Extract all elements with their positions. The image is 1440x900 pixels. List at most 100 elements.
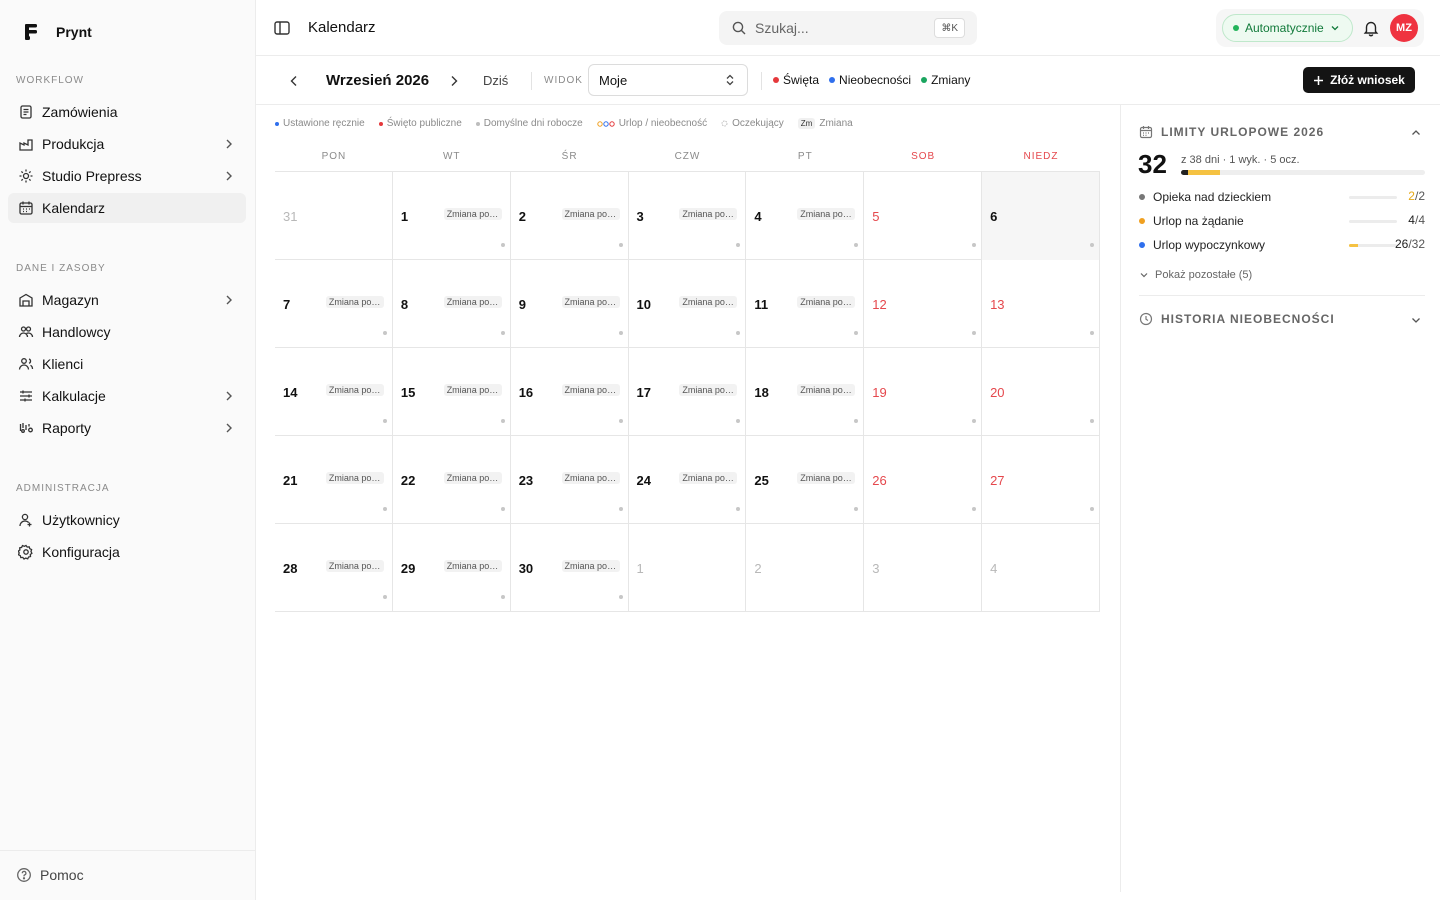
calendar-day-cell[interactable]: 18 Zmiana por... — [746, 348, 865, 436]
public-holiday-dot — [378, 121, 383, 126]
calendar-day-cell[interactable]: 28 Zmiana por... — [275, 524, 393, 612]
shift-chip[interactable]: Zmiana por... — [679, 472, 738, 484]
sidebar-item-warehouse[interactable]: Magazyn — [8, 285, 246, 315]
calendar-day-cell[interactable]: 14 Zmiana por... — [275, 348, 393, 436]
calendar-day-cell[interactable]: 15 Zmiana por... — [393, 348, 511, 436]
today-button[interactable]: Dziś — [483, 73, 508, 88]
reports-icon — [18, 420, 34, 436]
calendar-day-cell[interactable]: 29 Zmiana por... — [393, 524, 511, 612]
calendar-day-cell[interactable]: 12 — [864, 260, 983, 348]
bell-icon[interactable] — [1362, 19, 1380, 37]
help-button[interactable]: Pomoc — [16, 867, 84, 883]
calendar-day-cell[interactable]: 3 — [864, 524, 983, 612]
day-number: 27 — [990, 473, 1005, 488]
shift-chip[interactable]: Zmiana por... — [443, 296, 502, 308]
calendar-day-cell[interactable]: 13 — [982, 260, 1100, 348]
legend-holidays[interactable]: Święta — [773, 73, 819, 87]
calendar-day-cell[interactable]: 5 — [864, 172, 983, 260]
shift-chip[interactable]: Zmiana por... — [797, 208, 856, 220]
brand[interactable]: Prynt — [22, 22, 92, 42]
calendar-day-cell[interactable]: 9 Zmiana por... — [511, 260, 629, 348]
shift-chip[interactable]: Zmiana por... — [797, 384, 856, 396]
calendar-day-cell[interactable]: 19 — [864, 348, 983, 436]
day-number: 5 — [872, 209, 880, 224]
calendar-day-cell[interactable]: 6 — [982, 172, 1100, 260]
shift-chip[interactable]: Zmiana por... — [797, 296, 856, 308]
sidebar-item-users[interactable]: Użytkownicy — [8, 505, 246, 535]
chevron-up-icon[interactable] — [1410, 127, 1422, 139]
calendar-day-cell[interactable]: 31 — [275, 172, 393, 260]
sidebar-item-clients[interactable]: Klienci — [8, 349, 246, 379]
shift-chip[interactable]: Zmiana por... — [561, 472, 620, 484]
next-month-button[interactable] — [446, 73, 462, 89]
show-more-button[interactable]: Pokaż pozostałe (5) — [1139, 269, 1252, 281]
shift-chip[interactable]: Zmiana por... — [443, 208, 502, 220]
shift-chip[interactable]: Zmiana por... — [443, 384, 502, 396]
status-dropdown[interactable]: Automatycznie — [1222, 14, 1353, 42]
sidebar-item-reports[interactable]: Raporty — [8, 413, 246, 443]
shift-chip[interactable]: Zmiana por... — [679, 384, 738, 396]
view-select[interactable]: Moje — [588, 64, 748, 96]
shift-chip[interactable]: Zmiana por... — [325, 472, 384, 484]
weekday-label: PON — [321, 151, 347, 162]
limits-header[interactable]: LIMITY URLOPOWE 2026 — [1139, 125, 1324, 139]
chevron-down-icon[interactable] — [1410, 314, 1422, 326]
shift-chip[interactable]: Zmiana por... — [561, 560, 620, 572]
avatar[interactable]: MZ — [1390, 14, 1418, 42]
sidebar-item-orders[interactable]: Zamówienia — [8, 97, 246, 127]
sidebar-item-settings[interactable]: Konfiguracja — [8, 537, 246, 567]
calendar-day-cell[interactable]: 20 — [982, 348, 1100, 436]
previous-month-button[interactable] — [286, 73, 302, 89]
shift-chip[interactable]: Zmiana por... — [325, 560, 384, 572]
calendar-day-cell[interactable]: 2 Zmiana por... — [511, 172, 629, 260]
shift-chip[interactable]: Zmiana por... — [561, 208, 620, 220]
calendar-day-cell[interactable]: 1 Zmiana por... — [393, 172, 511, 260]
submit-request-button[interactable]: Złóż wniosek — [1303, 67, 1415, 93]
calendar-day-cell[interactable]: 10 Zmiana por... — [629, 260, 747, 348]
legend-absences[interactable]: Nieobecności — [829, 73, 911, 87]
calendar-day-cell[interactable]: 8 Zmiana por... — [393, 260, 511, 348]
calendar-day-cell[interactable]: 25 Zmiana por... — [746, 436, 865, 524]
day-number: 9 — [518, 297, 526, 312]
sidebar-toggle-icon[interactable] — [272, 18, 292, 38]
calendar-day-cell[interactable]: 27 — [982, 436, 1100, 524]
day-number: 11 — [754, 297, 769, 312]
shift-chip[interactable]: Zmiana por... — [679, 296, 738, 308]
calendar-day-cell[interactable]: 30 Zmiana por... — [511, 524, 629, 612]
calendar-day-cell[interactable]: 4 — [982, 524, 1100, 612]
calendar-day-cell[interactable]: 1 — [629, 524, 747, 612]
calendar-day-cell[interactable]: 24 Zmiana por... — [629, 436, 747, 524]
calendar-day-cell[interactable]: 16 Zmiana por... — [511, 348, 629, 436]
calendar-day-cell[interactable]: 4 Zmiana por... — [746, 172, 865, 260]
shift-chip[interactable]: Zmiana por... — [561, 384, 620, 396]
absence-dot — [829, 77, 836, 83]
shift-chip[interactable]: Zmiana por... — [443, 560, 502, 572]
shift-chip[interactable]: Zmiana por... — [797, 472, 856, 484]
calendar-day-cell[interactable]: 21 Zmiana por... — [275, 436, 393, 524]
shift-chip[interactable]: Zmiana por... — [325, 384, 384, 396]
search-input[interactable] — [755, 20, 925, 36]
sidebar-item-calendar[interactable]: Kalendarz — [8, 193, 246, 223]
shift-chip[interactable]: Zmiana por... — [443, 472, 502, 484]
calendar-day-cell[interactable]: 3 Zmiana por... — [629, 172, 747, 260]
search-box[interactable]: ⌘K — [719, 11, 977, 45]
calendar-day-cell[interactable]: 7 Zmiana por... — [275, 260, 393, 348]
shift-chip[interactable]: Zmiana por... — [325, 296, 384, 308]
calendar-day-cell[interactable]: 17 Zmiana por... — [629, 348, 747, 436]
calendar-week-row: 7 Zmiana por... 8 Zmiana por... 9 Zmiana por.… — [275, 260, 1100, 348]
sidebar-item-sales[interactable]: Handlowcy — [8, 317, 246, 347]
shift-chip[interactable]: Zmiana por... — [679, 208, 738, 220]
calendar-day-cell[interactable]: 22 Zmiana por... — [393, 436, 511, 524]
sidebar-footer: Pomoc — [0, 850, 255, 900]
calendar-day-cell[interactable]: 23 Zmiana por... — [511, 436, 629, 524]
sidebar-item-production[interactable]: Produkcja — [8, 129, 246, 159]
calendar-day-cell[interactable]: 2 — [746, 524, 865, 612]
calendar-day-cell[interactable]: 26 — [864, 436, 983, 524]
shift-chip[interactable]: Zmiana por... — [561, 296, 620, 308]
legend-shifts[interactable]: Zmiany — [921, 73, 970, 87]
calendar-day-cell[interactable]: 11 Zmiana por... — [746, 260, 865, 348]
leave-dots-icon — [597, 120, 615, 127]
sidebar-item-calculations[interactable]: Kalkulacje — [8, 381, 246, 411]
history-header[interactable]: HISTORIA NIEOBECNOŚCI — [1139, 312, 1335, 326]
sidebar-item-studio-prepress[interactable]: Studio Prepress — [8, 161, 246, 191]
